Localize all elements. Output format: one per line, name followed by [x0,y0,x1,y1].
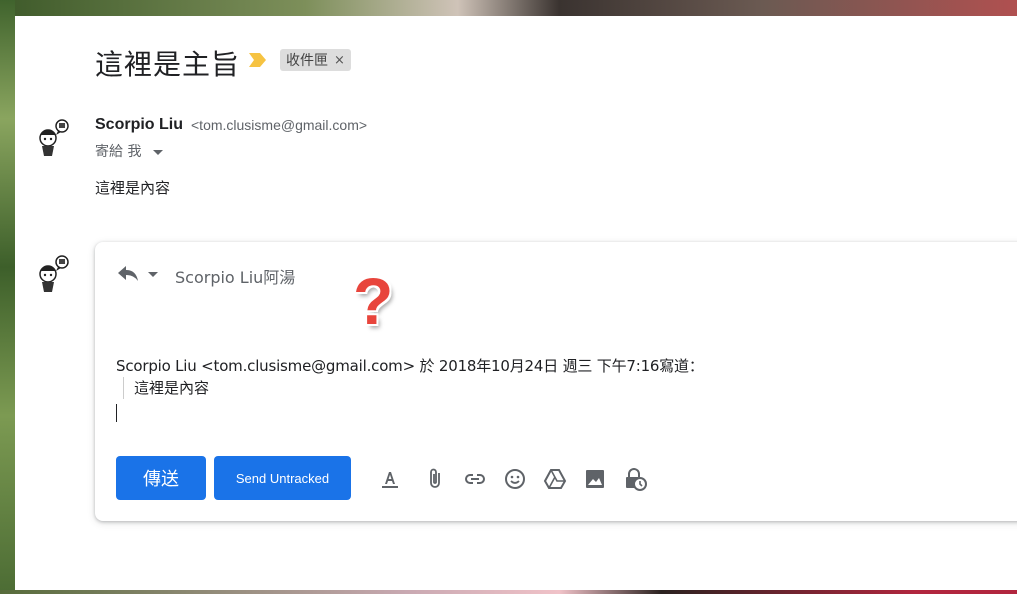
email-subject: 這裡是主旨 [95,48,241,81]
recipients-text: 寄給 我 [95,144,142,160]
quoted-header: Scorpio Liu <tom.clusisme@gmail.com> 於 2… [116,357,704,375]
format-text-icon[interactable] [377,466,403,492]
background-top [0,0,1017,16]
avatar-cartoon-icon [39,255,69,292]
text-cursor[interactable] [116,404,117,422]
sender-name[interactable]: Scorpio Liu [95,116,183,134]
reply-type-chevron-down-icon[interactable] [148,272,158,277]
recipients-summary[interactable]: 寄給 我 [95,141,164,161]
reply-compose-card: Scorpio Liu阿湯 ? Scorpio Liu <tom.clusism… [95,242,1017,521]
attach-icon[interactable] [422,466,448,492]
link-icon[interactable] [462,466,488,492]
drive-icon[interactable] [542,466,568,492]
confidential-mode-icon[interactable] [622,466,648,492]
sender-email: <tom.clusisme@gmail.com> [191,117,368,133]
label-chip-text: 收件匣 [286,53,328,69]
reply-icon[interactable] [117,264,139,282]
question-mark-overlay: ? [353,264,394,338]
email-thread-panel: 這裡是主旨 收件匣 × Scorpio Liu <tom.clusisme@gm… [15,16,1017,590]
email-body: 這裡是內容 [95,179,171,197]
avatar-cartoon-icon [39,119,69,156]
label-remove-icon[interactable]: × [334,53,345,68]
background-left [0,0,15,594]
background-bottom [0,590,1017,594]
reply-avatar [32,252,76,296]
label-chip-inbox[interactable]: 收件匣 × [280,49,351,71]
sender-avatar[interactable] [32,116,76,160]
reply-recipient[interactable]: Scorpio Liu阿湯 [175,264,295,288]
send-button[interactable]: 傳送 [116,456,206,500]
important-marker-icon[interactable] [247,52,267,68]
image-icon[interactable] [582,466,608,492]
chevron-down-icon[interactable] [153,149,164,155]
emoji-icon[interactable] [502,466,528,492]
send-untracked-button[interactable]: Send Untracked [214,456,351,500]
quoted-body: 這裡是內容 [123,377,209,399]
